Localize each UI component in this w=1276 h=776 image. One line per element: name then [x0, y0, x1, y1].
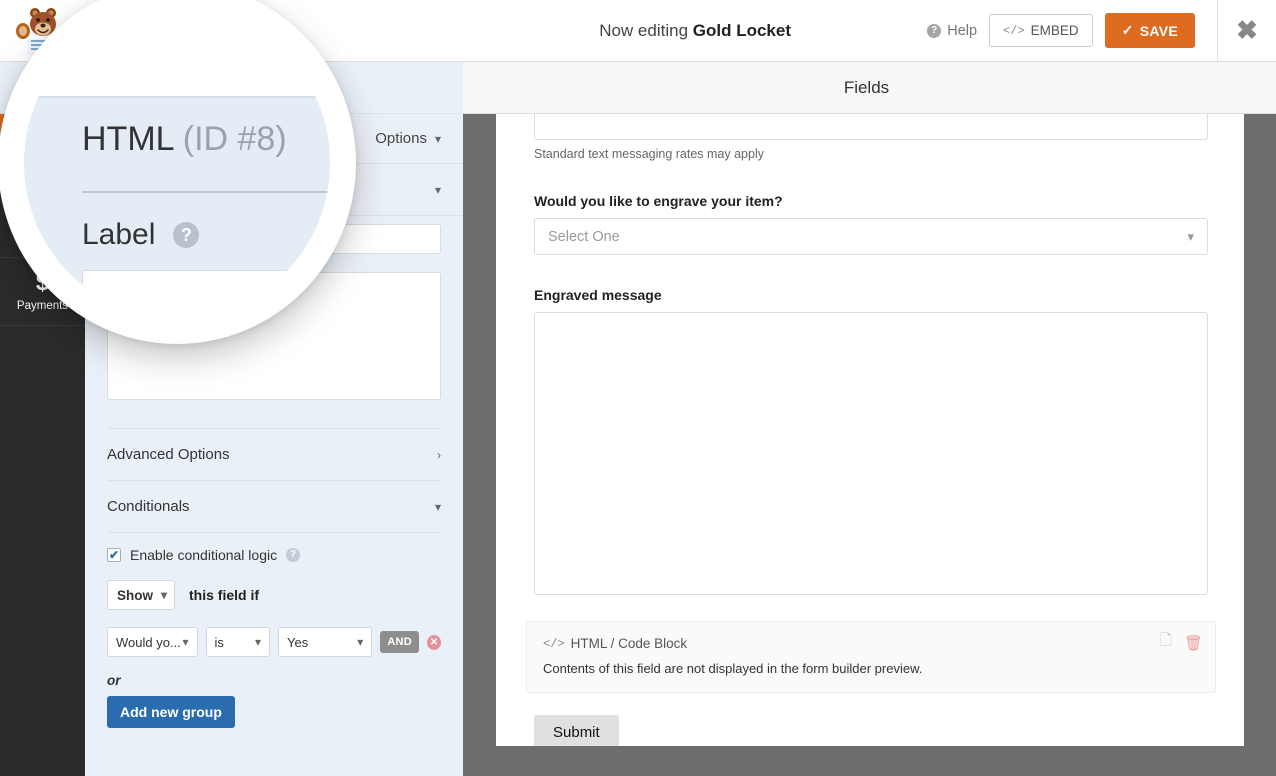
show-condition-row: Show ▾ this field if	[107, 580, 441, 610]
form-preview-area: Standard text messaging rates may apply …	[496, 114, 1276, 776]
chevron-down-icon: ▾	[434, 131, 441, 146]
magnified-label-input[interactable]	[82, 270, 330, 318]
panel-preview-gutter	[463, 114, 496, 776]
save-label: SAVE	[1139, 22, 1178, 39]
trash-icon[interactable]: 🗑	[1184, 634, 1203, 652]
html-code-block-field[interactable]: 🗋 🗑 </> HTML / Code Block Contents of th…	[526, 621, 1216, 693]
preview-sub-bar: Fields	[463, 62, 1276, 114]
question-mark-icon[interactable]: ?	[286, 548, 301, 562]
enable-conditional-logic-checkbox[interactable]: ✔	[107, 548, 121, 562]
now-editing-prefix: Now editing	[599, 20, 693, 40]
or-label: or	[107, 673, 121, 688]
chevron-down-icon: ▾	[434, 182, 441, 197]
code-icon: </>	[543, 636, 565, 651]
form-preview-card: Standard text messaging rates may apply …	[496, 114, 1244, 746]
form-title-area: Now editing Gold Locket	[463, 21, 927, 41]
sms-rates-hint: Standard text messaging rates may apply	[534, 147, 764, 161]
conditional-rule-row: Would yo... ▾ is ▾ Yes ▾ AND ✕	[107, 627, 441, 657]
panel-options-label: Options	[375, 130, 427, 147]
conditionals-label: Conditionals	[107, 498, 190, 515]
chevron-right-icon: ›	[437, 447, 441, 462]
remove-circle-icon[interactable]: ✕	[427, 634, 441, 650]
enable-conditional-logic-label: Enable conditional logic	[130, 547, 278, 563]
magnified-field-type-title: HTML (ID #8)	[82, 120, 287, 159]
lens-panel-top	[24, 8, 330, 96]
magnified-field-type: HTML	[82, 120, 174, 158]
advanced-options-header[interactable]: Advanced Options ›	[107, 429, 441, 481]
help-label: Help	[947, 22, 978, 39]
condition-field-select[interactable]: Would yo... ▾	[107, 627, 198, 657]
chevron-down-icon: ▾	[182, 635, 189, 649]
close-icon[interactable]: ✖	[1218, 0, 1276, 62]
embed-button[interactable]: </> EMBED	[989, 14, 1093, 47]
help-button[interactable]: ? Help	[927, 23, 977, 39]
html-block-title-row: </> HTML / Code Block	[543, 636, 1199, 651]
magnifier-lens: HTML (ID #8) Label ?	[0, 0, 356, 344]
embed-label: EMBED	[1030, 23, 1079, 38]
engrave-select[interactable]: Select One ▾	[534, 218, 1208, 255]
condition-compare-value: Yes	[287, 634, 309, 650]
chevron-down-icon: ▾	[434, 499, 441, 514]
this-field-if-label: this field if	[189, 587, 259, 603]
condition-operator-select[interactable]: is ▾	[205, 627, 271, 657]
engrave-select-placeholder: Select One	[548, 228, 620, 245]
html-block-actions: 🗋 🗑	[1160, 630, 1203, 655]
condition-field-value: Would yo...	[116, 634, 181, 650]
magnified-label-row: Label ?	[82, 218, 200, 252]
engraved-message-textarea[interactable]	[534, 312, 1208, 595]
advanced-options-label: Advanced Options	[107, 446, 230, 463]
duplicate-icon[interactable]: 🗋	[1160, 630, 1172, 655]
condition-value-select[interactable]: Yes ▾	[278, 627, 373, 657]
enable-conditional-logic-row[interactable]: ✔ Enable conditional logic ?	[107, 547, 441, 563]
html-block-title: HTML / Code Block	[570, 636, 688, 651]
magnifier-lens-content: HTML (ID #8) Label ?	[24, 8, 330, 318]
code-icon: </>	[1003, 23, 1025, 38]
engrave-question-label: Would you like to engrave your item?	[534, 193, 783, 209]
html-block-note: Contents of this field are not displayed…	[543, 661, 923, 676]
chevron-down-icon: ▾	[357, 635, 364, 649]
top-bar-actions: ? Help </> EMBED ✓ SAVE	[927, 13, 1209, 48]
add-and-condition-button[interactable]: AND	[380, 631, 420, 653]
magnified-field-id: (ID #8)	[182, 120, 287, 158]
check-icon: ✓	[1121, 22, 1134, 38]
show-hide-select[interactable]: Show ▾	[107, 580, 175, 610]
phone-input-partial[interactable]	[534, 114, 1208, 140]
show-hide-value: Show	[117, 587, 153, 603]
lens-section-divider	[82, 191, 330, 193]
magnified-label-text: Label	[82, 218, 156, 251]
question-mark-icon[interactable]: ?	[173, 222, 200, 248]
engraved-message-label: Engraved message	[534, 287, 662, 303]
form-preview-content: Standard text messaging rates may apply …	[496, 114, 1244, 746]
save-button[interactable]: ✓ SAVE	[1104, 13, 1195, 48]
submit-button[interactable]: Submit	[534, 715, 619, 746]
condition-operator-value: is	[214, 634, 224, 650]
chevron-down-icon: ▾	[255, 635, 262, 649]
conditional-logic-body: ✔ Enable conditional logic ? Show ▾ this…	[85, 533, 463, 728]
add-new-group-button[interactable]: Add new group	[107, 696, 235, 728]
question-mark-icon: ?	[927, 23, 942, 38]
chevron-down-icon: ▾	[161, 588, 168, 602]
form-name: Gold Locket	[692, 20, 791, 40]
chevron-down-icon: ▾	[1187, 228, 1194, 244]
page-title: Now editing Gold Locket	[599, 21, 791, 41]
conditionals-header[interactable]: Conditionals ▾	[107, 481, 441, 533]
tab-fields[interactable]: Fields	[844, 78, 889, 98]
